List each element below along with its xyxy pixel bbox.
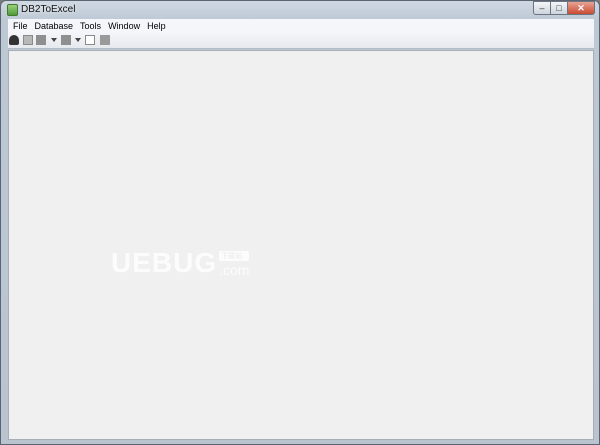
maximize-button[interactable]: □ [550, 1, 567, 15]
menu-help[interactable]: Help [144, 21, 169, 31]
app-window: DB2ToExcel – □ ✕ File Database Tools Win… [0, 0, 600, 445]
sql-query-icon[interactable] [85, 35, 95, 45]
watermark-main: UEBUG [111, 247, 218, 278]
menu-file[interactable]: File [10, 21, 31, 31]
menu-tools[interactable]: Tools [77, 21, 104, 31]
export-icon[interactable] [100, 35, 110, 45]
watermark-side: 下载站 .com [219, 251, 250, 278]
toolbar [8, 32, 594, 49]
connect-icon[interactable] [9, 35, 19, 45]
watermark-badge: 下载站 [219, 251, 250, 261]
window-title: DB2ToExcel [21, 4, 76, 15]
mdi-workspace [8, 50, 594, 440]
menu-bar: File Database Tools Window Help [8, 19, 594, 32]
title-bar[interactable]: DB2ToExcel – □ ✕ [1, 1, 599, 19]
dropdown-arrow-icon[interactable] [51, 38, 57, 42]
new-document-icon[interactable] [23, 35, 33, 45]
table-icon[interactable] [61, 35, 71, 45]
menu-window[interactable]: Window [105, 21, 143, 31]
database-icon[interactable] [36, 35, 46, 45]
minimize-button[interactable]: – [533, 1, 550, 15]
watermark: UEBUG 下载站 .com [111, 247, 250, 278]
app-icon [7, 4, 18, 16]
watermark-suffix: .com [219, 262, 250, 278]
dropdown-arrow-icon[interactable] [75, 38, 81, 42]
menu-database[interactable]: Database [32, 21, 77, 31]
close-button[interactable]: ✕ [567, 1, 595, 15]
